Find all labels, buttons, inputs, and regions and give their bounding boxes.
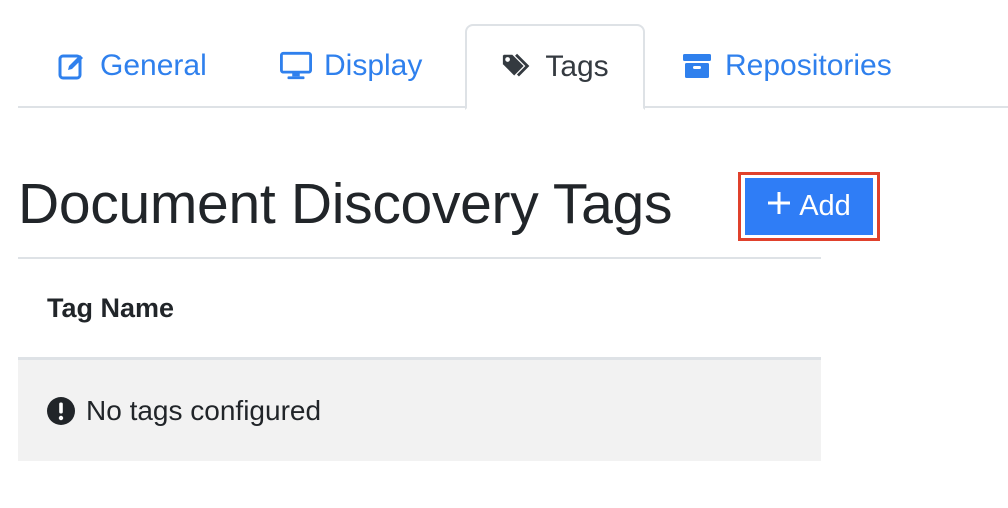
page-header: Document Discovery Tags (18, 168, 672, 240)
tab-general[interactable]: General (56, 24, 207, 108)
add-tag-button[interactable]: Add (745, 178, 873, 235)
edit-icon (56, 50, 88, 82)
exclamation-circle-icon (46, 396, 76, 426)
tab-display-label: Display (324, 49, 423, 82)
empty-state-row: No tags configured (18, 360, 821, 461)
table-header-row: Tag Name (18, 259, 821, 360)
tab-display[interactable]: Display (280, 24, 422, 108)
add-button-highlight: Add (738, 172, 880, 241)
add-button-label: Add (799, 190, 851, 222)
tags-table: Tag Name No tags configured (18, 257, 821, 461)
tab-tags[interactable]: Tags (465, 24, 645, 110)
page-title: Document Discovery Tags (18, 171, 673, 236)
tab-tags-label: Tags (545, 50, 609, 83)
monitor-icon (280, 50, 312, 82)
tab-repositories[interactable]: Repositories (681, 24, 892, 108)
plus-icon (767, 190, 791, 223)
tags-icon (501, 51, 533, 83)
column-header-tag-name: Tag Name (47, 292, 175, 323)
empty-state-message: No tags configured (86, 394, 322, 426)
settings-tabs: General Display Tags Repositories (18, 0, 1008, 110)
tab-general-label: General (100, 49, 207, 82)
archive-icon (681, 50, 713, 82)
tab-repositories-label: Repositories (725, 49, 892, 82)
